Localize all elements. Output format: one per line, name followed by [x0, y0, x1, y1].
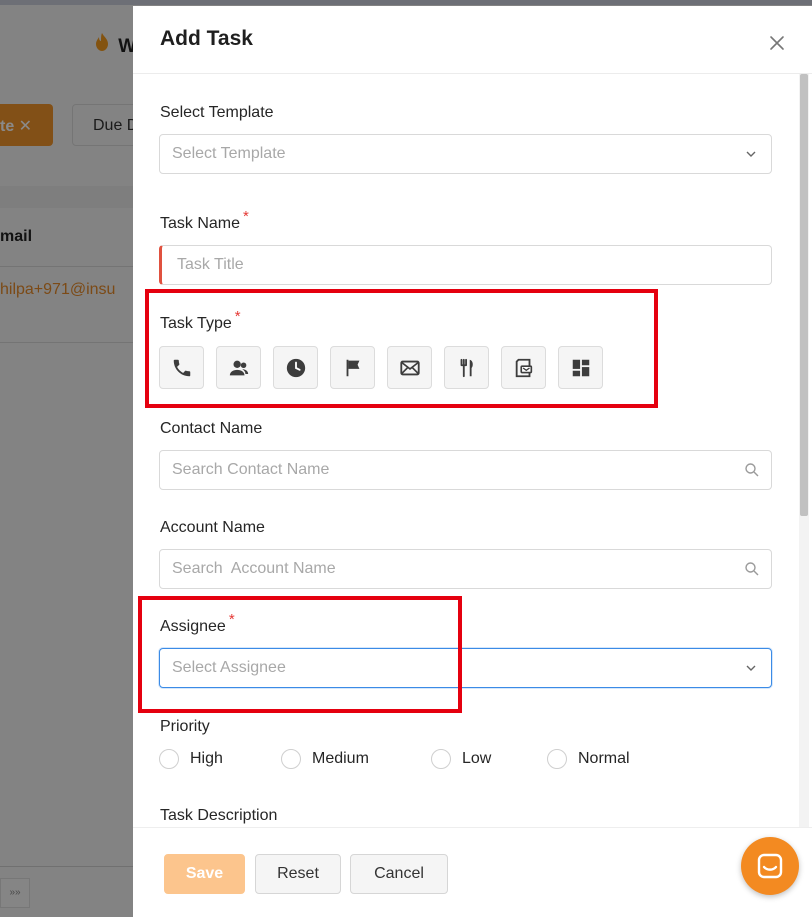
drawer-footer: Save Reset Cancel: [133, 827, 812, 917]
template-label: Select Template: [160, 104, 274, 121]
close-icon[interactable]: [767, 33, 787, 53]
cancel-button[interactable]: Cancel: [350, 854, 448, 894]
scrollbar-thumb[interactable]: [800, 74, 808, 516]
required-mark: *: [243, 208, 249, 225]
account-search-field[interactable]: [159, 549, 772, 589]
priority-medium-radio[interactable]: Medium: [281, 748, 369, 770]
highlight-task-type: [145, 289, 658, 408]
task-description-label: Task Description: [160, 807, 278, 824]
radio-circle[interactable]: [547, 749, 567, 769]
task-name-label: Task Name *: [160, 208, 249, 233]
scrollbar[interactable]: [799, 74, 809, 828]
contact-name-label: Contact Name: [160, 420, 263, 437]
priority-option-label: Normal: [578, 750, 630, 767]
contact-search-input[interactable]: [160, 451, 720, 489]
drawer-header: Add Task: [133, 6, 812, 74]
reset-button[interactable]: Reset: [255, 854, 341, 894]
account-name-label: Account Name: [160, 519, 265, 536]
drawer-title: Add Task: [160, 27, 253, 50]
template-select-input[interactable]: [160, 135, 720, 173]
radio-circle[interactable]: [159, 749, 179, 769]
chevron-down-icon: [746, 665, 756, 671]
task-name-field[interactable]: [159, 245, 772, 285]
highlight-assignee: [138, 596, 462, 713]
priority-option-label: Low: [462, 750, 492, 767]
chevron-down-icon: [746, 151, 756, 157]
priority-label: Priority: [160, 718, 210, 735]
radio-circle[interactable]: [281, 749, 301, 769]
contact-search-field[interactable]: [159, 450, 772, 490]
priority-option-label: High: [190, 750, 223, 767]
save-button[interactable]: Save: [164, 854, 245, 894]
account-search-input[interactable]: [160, 550, 720, 588]
priority-normal-radio[interactable]: Normal: [547, 748, 630, 770]
search-icon: [745, 463, 759, 477]
add-task-drawer: Add Task Select Template Task Name* Task…: [133, 6, 812, 917]
chat-widget-button[interactable]: [741, 837, 799, 895]
task-name-label-text: Task Name: [160, 215, 241, 232]
task-title-input[interactable]: [162, 246, 722, 284]
chat-icon: [757, 853, 783, 879]
priority-low-radio[interactable]: Low: [431, 748, 491, 770]
radio-circle[interactable]: [431, 749, 451, 769]
priority-option-label: Medium: [312, 750, 369, 767]
search-icon: [745, 562, 759, 576]
priority-high-radio[interactable]: High: [159, 748, 223, 770]
template-select[interactable]: [159, 134, 772, 174]
